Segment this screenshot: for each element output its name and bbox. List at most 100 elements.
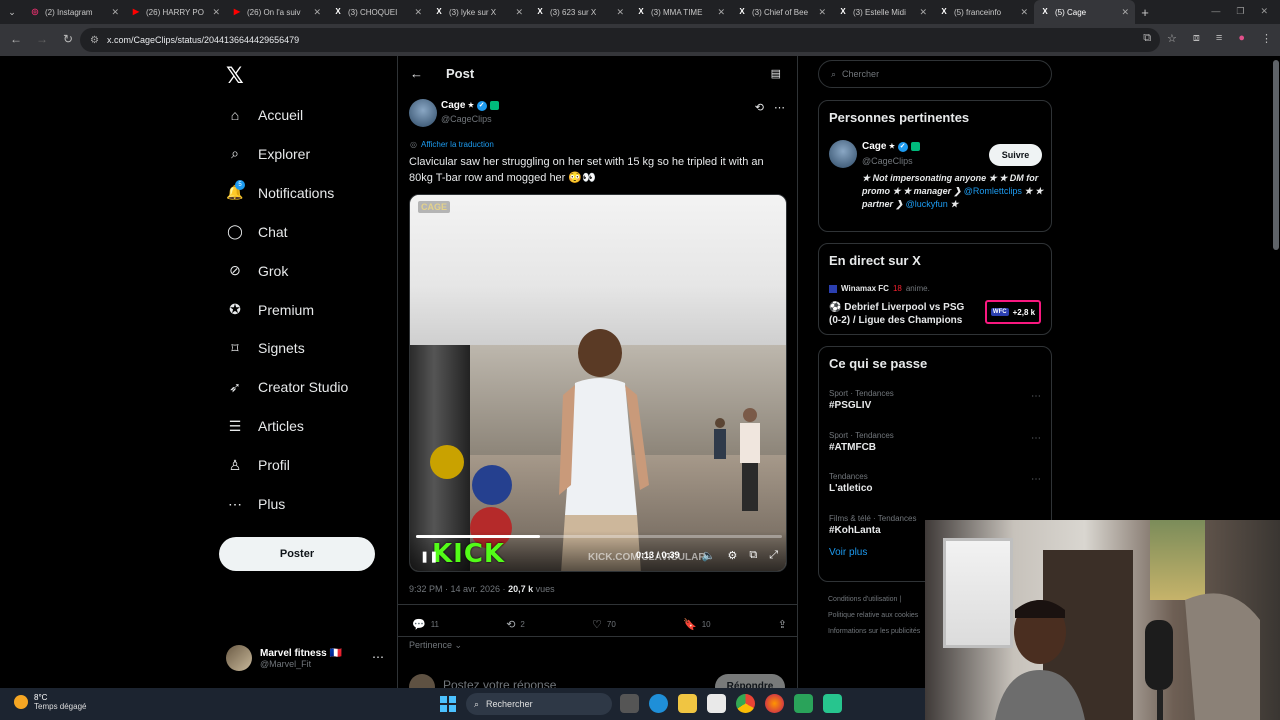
nav-item-signets[interactable]: ⌑ Signets (226, 336, 304, 360)
edge-icon[interactable] (649, 694, 668, 713)
browser-tab[interactable]: ▶ (26) HARRY PO ✕ (125, 0, 226, 24)
address-bar[interactable]: ⚙ x.com/CageClips/status/204413664442965… (80, 28, 1160, 52)
browser-tab[interactable]: X (3) MMA TIME ✕ (630, 0, 731, 24)
tab-close-icon[interactable]: ✕ (111, 7, 119, 18)
tab-close-icon[interactable]: ✕ (414, 7, 422, 18)
nav-item-plus[interactable]: ⋯ Plus (226, 492, 285, 516)
trend-item[interactable]: Tendances L'atletico ⋯ (829, 472, 1043, 494)
trend-item[interactable]: Sport · Tendances #PSGLIV ⋯ (829, 389, 1043, 411)
tab-close-icon[interactable]: ✕ (919, 7, 927, 18)
weather-widget[interactable]: 8°C Temps dégagé (14, 693, 86, 711)
search-input[interactable]: ⌕ Chercher (818, 60, 1052, 88)
footer-link[interactable]: Politique relative aux cookies (828, 608, 920, 624)
new-tab-button[interactable]: + (1135, 5, 1155, 20)
browser-tab[interactable]: ▶ (26) On l'a suiv ✕ (226, 0, 327, 24)
nav-item-notifications[interactable]: 🔔 5 Notifications (226, 179, 334, 205)
trend-item[interactable]: Sport · Tendances #ATMFCB ⋯ (829, 431, 1043, 453)
nav-item-grok[interactable]: ⊘ Grok (226, 259, 288, 283)
browser-tab[interactable]: X (3) CHOQUEI ✕ (327, 0, 428, 24)
trend-more-icon[interactable]: ⋯ (1031, 391, 1041, 402)
close-window-button[interactable]: ✕ (1260, 6, 1268, 17)
site-info-icon[interactable]: ⚙ (90, 35, 99, 46)
footer-link[interactable]: Informations sur les publicités (828, 624, 920, 640)
nav-item-premium[interactable]: ✪ Premium (226, 298, 314, 322)
extensions-icon[interactable]: ⧈ (1193, 32, 1200, 45)
reader-mode-icon[interactable]: ▤ (771, 67, 781, 80)
fullscreen-icon[interactable]: ⤢ (769, 549, 778, 562)
x-logo[interactable]: 𝕏 (226, 64, 244, 89)
nav-item-profil[interactable]: ♙ Profil (226, 453, 290, 477)
live-listeners-pill[interactable]: WFC +2,8 k (985, 300, 1041, 324)
follow-button[interactable]: Suivre (989, 144, 1042, 166)
relevant-name-row[interactable]: Cage ⭑ ✓ (862, 141, 920, 152)
sort-dropdown[interactable]: Pertinence ⌄ (409, 640, 462, 651)
tab-close-icon[interactable]: ✕ (717, 7, 725, 18)
profile-icon[interactable]: ● (1238, 32, 1245, 45)
trend-more-icon[interactable]: ⋯ (1031, 433, 1041, 444)
bio-mention-link[interactable]: @Romlettclips (964, 186, 1022, 196)
forward-icon[interactable]: → (30, 32, 54, 46)
settings-icon[interactable]: ⚙ (727, 549, 737, 562)
back-arrow-icon[interactable]: ← (410, 66, 423, 81)
live-card[interactable]: En direct sur X Winamax FC 18 anime. ⚽ D… (818, 243, 1052, 335)
browser-tab[interactable]: X (5) Cage ✕ (1034, 0, 1135, 24)
obs-icon[interactable] (794, 694, 813, 713)
translate-link[interactable]: ◎ Afficher la traduction (410, 140, 494, 149)
author-name-row[interactable]: Cage ⭑ ✓ (441, 100, 499, 111)
footer-link[interactable]: Conditions d'utilisation | (828, 592, 920, 608)
app-icon[interactable] (823, 694, 842, 713)
media-icon[interactable]: ≡ (1216, 32, 1222, 45)
bookmark-star-icon[interactable]: ☆ (1167, 32, 1177, 45)
chrome-icon[interactable] (736, 694, 755, 713)
more-dots-icon[interactable]: ⋯ (372, 650, 384, 664)
volume-icon[interactable]: 🔈 (702, 549, 716, 562)
author-avatar[interactable] (409, 99, 437, 127)
minimize-button[interactable]: — (1211, 6, 1220, 17)
store-icon[interactable] (707, 694, 726, 713)
tab-close-icon[interactable]: ✕ (1121, 7, 1129, 18)
browser-menu-icon[interactable]: ⋮ (1261, 32, 1272, 45)
bio-mention-link[interactable]: @luckyfun (906, 199, 948, 209)
trend-more-icon[interactable]: ⋯ (1031, 474, 1041, 485)
back-icon[interactable]: ← (4, 32, 28, 46)
task-view-icon[interactable] (620, 694, 639, 713)
tab-close-icon[interactable]: ✕ (616, 7, 624, 18)
video-progress-bar[interactable] (416, 535, 782, 538)
firefox-icon[interactable] (765, 694, 784, 713)
pip-icon[interactable]: ⧉ (749, 549, 757, 562)
tab-search-icon[interactable]: ⌄ (0, 7, 24, 18)
share-button[interactable]: ⇪ (778, 618, 787, 631)
browser-tab[interactable]: X (5) franceinfo ✕ (933, 0, 1034, 24)
reload-icon[interactable]: ↻ (56, 32, 80, 46)
video-player[interactable]: CAGE KICK ❚❚ KICK.COM/CLAVICULAR 0:13 / … (409, 194, 787, 572)
bookmark-button[interactable]: 🔖 10 (683, 618, 711, 631)
reply-button[interactable]: 💬 11 (412, 618, 439, 631)
maximize-button[interactable]: ❐ (1236, 6, 1244, 17)
nav-item-articles[interactable]: ☰ Articles (226, 414, 304, 438)
tab-close-icon[interactable]: ✕ (1020, 7, 1028, 18)
scrollbar-thumb[interactable] (1273, 60, 1279, 250)
post-more-icon[interactable]: ⋯ (774, 101, 785, 114)
install-app-icon[interactable]: ⧉ (1143, 32, 1151, 45)
tab-close-icon[interactable]: ✕ (212, 7, 220, 18)
nav-item-creator-studio[interactable]: ➶ Creator Studio (226, 375, 348, 399)
nav-item-explorer[interactable]: ⌕ Explorer (226, 142, 310, 166)
tab-close-icon[interactable]: ✕ (515, 7, 523, 18)
nav-item-chat[interactable]: ◯ Chat (226, 220, 287, 244)
windows-start-icon[interactable] (440, 696, 456, 712)
post-timestamp[interactable]: 9:32 PM · 14 avr. 2026 · (409, 584, 508, 594)
nav-item-accueil[interactable]: ⌂ Accueil (226, 103, 303, 127)
like-button[interactable]: ♡ 70 (592, 618, 616, 631)
author-handle[interactable]: @CageClips (441, 114, 492, 124)
tab-close-icon[interactable]: ✕ (818, 7, 826, 18)
taskbar-search[interactable]: ⌕ Rechercher (466, 693, 612, 715)
page-scrollbar[interactable] (1272, 56, 1280, 256)
account-switcher[interactable]: Marvel fitness 🇫🇷 @Marvel_Fit ⋯ (226, 642, 386, 674)
post-button[interactable]: Poster (219, 537, 375, 571)
grok-explain-icon[interactable]: ⟲ (755, 101, 764, 114)
browser-tab[interactable]: X (3) Estelle Midi ✕ (832, 0, 933, 24)
browser-tab[interactable]: X (3) Chief of Bee ✕ (731, 0, 832, 24)
browser-tab[interactable]: X (3) 623 sur X ✕ (529, 0, 630, 24)
pause-icon[interactable]: ❚❚ (420, 550, 438, 563)
browser-tab[interactable]: X (3) lyke sur X ✕ (428, 0, 529, 24)
